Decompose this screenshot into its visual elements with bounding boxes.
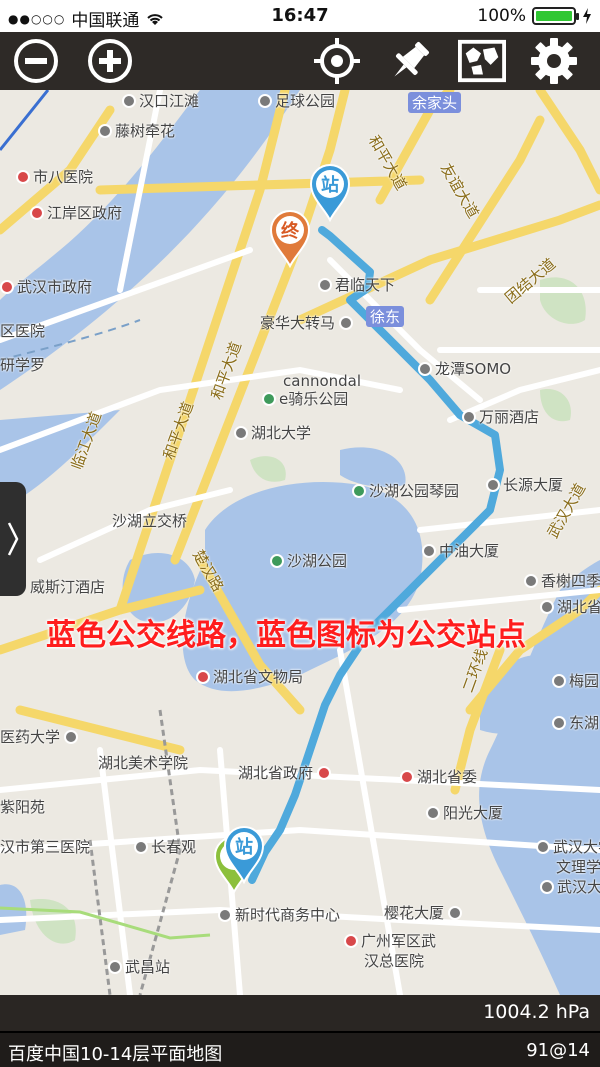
svg-text:站: 站	[321, 174, 339, 196]
map-label: 汉市第三医院	[0, 838, 91, 856]
annotation-text: 蓝色公交线路，蓝色图标为公交站点	[46, 618, 526, 653]
battery-icon	[532, 7, 579, 25]
map-label: 新时代商务中心	[218, 904, 340, 925]
map-label: 梅园	[552, 670, 599, 691]
map-label: 研学罗	[0, 356, 46, 374]
map-label: 湖北美术学院	[98, 754, 189, 772]
map-label: 文理学	[556, 858, 600, 876]
map-info-bar: 百度中国10-14层平面地图 91@14	[0, 1031, 600, 1067]
map-label: e骑乐公园	[262, 388, 348, 409]
map-toolbar	[0, 32, 600, 90]
map-label: 湖北省政府	[238, 762, 334, 783]
bus-stop-marker[interactable]: 站	[308, 162, 352, 222]
map-label: 豪华大转马	[260, 312, 356, 333]
map-label: 阳光大厦	[426, 802, 503, 823]
map-label: 医药大学	[0, 726, 81, 747]
map-label: 紫阳苑	[0, 798, 46, 816]
map-layers-button[interactable]	[458, 37, 506, 85]
settings-button[interactable]	[530, 37, 578, 85]
map-label: 湖北省委	[400, 766, 477, 787]
zoom-in-icon	[88, 39, 132, 83]
map-source-label: 百度中国10-14层平面地图	[8, 1044, 223, 1065]
zoom-in-button[interactable]	[86, 37, 134, 85]
map-label: 君临天下	[318, 274, 395, 295]
map-label: 武汉市政府	[0, 276, 92, 297]
route-end-marker[interactable]: 终	[268, 208, 312, 268]
map-label: 香榭四季	[524, 570, 600, 591]
map-label: 汉口江滩	[122, 90, 199, 111]
map-label: 汉总医院	[364, 952, 425, 970]
map-label: 沙湖公园琴园	[352, 480, 459, 501]
gear-icon	[531, 38, 577, 84]
map-label: 市八医院	[16, 166, 93, 187]
side-drawer-tab[interactable]	[0, 482, 26, 596]
pin-icon	[394, 42, 429, 77]
map-view[interactable]: 汉口江滩 足球公园 余家头 藤树牵花 市八医院 江岸区政府 武汉市政府 区医院 …	[0, 90, 600, 995]
map-label: 武汉大学	[536, 836, 600, 857]
map-label: 广州军区武	[344, 930, 436, 951]
zoom-out-icon	[14, 39, 58, 83]
map-label: 武昌站	[108, 956, 170, 977]
map-label: 樱花大厦	[384, 902, 465, 923]
map-label: 威斯汀酒店	[30, 578, 106, 596]
svg-text:站: 站	[235, 836, 253, 858]
svg-text:终: 终	[281, 220, 300, 242]
pin-button[interactable]	[386, 37, 434, 85]
map-label: 万丽酒店	[462, 406, 539, 427]
map-label: 江岸区政府	[30, 202, 122, 223]
locate-button[interactable]	[313, 37, 361, 85]
map-label: 龙潭SOMO	[418, 358, 511, 379]
map-label: 区医院	[0, 322, 46, 340]
chevron-right-icon	[7, 522, 19, 556]
zoom-out-button[interactable]	[12, 37, 60, 85]
locate-icon	[314, 38, 360, 84]
map-label: 沙湖公园	[270, 550, 347, 571]
map-label: 东湖	[552, 712, 599, 733]
map-label: 长源大厦	[486, 474, 563, 495]
map-label: 足球公园	[258, 90, 335, 111]
map-label: 湖北省文物局	[196, 666, 303, 687]
charging-icon	[583, 8, 591, 24]
battery-percent: 100%	[477, 6, 526, 26]
pressure-value: 1004.2 hPa	[483, 1001, 590, 1023]
map-label: 中油大厦	[422, 540, 499, 561]
pressure-bar: 1004.2 hPa	[0, 995, 600, 1031]
status-bar: ●●○○○ 中国联通 16:47 100%	[0, 0, 600, 32]
map-label: 长春观	[134, 836, 196, 857]
app-root: ●●○○○ 中国联通 16:47 100% 汉口江滩 足球公园 余家头 藤树牵花…	[0, 0, 600, 1067]
map-layers-icon	[458, 39, 506, 83]
status-right: 100%	[477, 6, 592, 26]
map-label: 武汉大学	[540, 876, 600, 897]
map-label: 沙湖立交桥	[112, 512, 188, 530]
zoom-info-label: 91@14	[526, 1040, 590, 1061]
map-label: 湖北大学	[234, 422, 311, 443]
map-label: 徐东	[366, 306, 405, 327]
map-label: 余家头	[408, 92, 462, 113]
map-label: 藤树牵花	[98, 120, 175, 141]
bus-stop-marker[interactable]: 站	[222, 824, 266, 884]
